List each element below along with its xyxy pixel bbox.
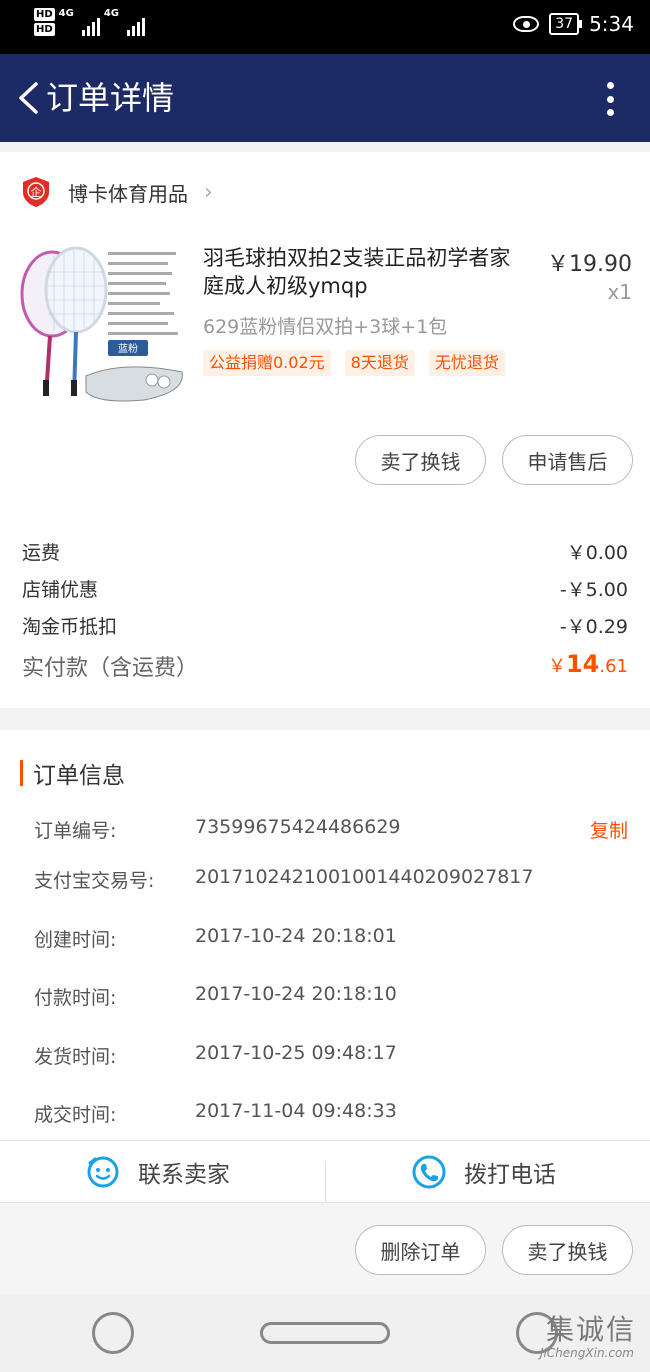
order-info-title: 订单信息 bbox=[33, 763, 125, 789]
watermark-cn: 集诚信 bbox=[545, 1313, 636, 1346]
total-currency: ￥ bbox=[547, 656, 566, 677]
paid-time-value: 2017-10-24 20:18:10 bbox=[195, 983, 397, 1005]
alipay-no-value: 2017102421001001440209027817 bbox=[195, 866, 534, 888]
contact-action-bar: 联系卖家 拨打电话 bbox=[0, 1140, 650, 1203]
alipay-no-label: 支付宝交易号: bbox=[34, 870, 155, 892]
shop-discount-label: 店铺优惠 bbox=[22, 579, 99, 601]
paid-time-label: 付款时间: bbox=[34, 987, 117, 1009]
product-quantity: x1 bbox=[607, 280, 632, 304]
order-no-label: 订单编号: bbox=[34, 820, 117, 842]
tag-8day-return: 8天退货 bbox=[344, 350, 415, 376]
tag-charity: 公益捐赠0.02元 bbox=[203, 350, 331, 376]
service-tags: 公益捐赠0.02元 8天退货 无忧退货 bbox=[203, 350, 505, 376]
total-integer: 14 bbox=[565, 650, 600, 678]
product-title[interactable]: 羽毛球拍双拍2支装正品初学者家庭成人初级ymqp bbox=[203, 244, 528, 300]
completed-time-value: 2017-11-04 09:48:33 bbox=[195, 1100, 397, 1122]
hd-indicator: HD HD bbox=[34, 8, 55, 36]
eye-comfort-icon bbox=[513, 16, 540, 32]
shop-logo-text: 企 bbox=[31, 185, 42, 199]
shipped-time-label: 发货时间: bbox=[34, 1046, 117, 1068]
chevron-right-icon: › bbox=[204, 179, 213, 205]
after-sale-button[interactable]: 申请售后 bbox=[502, 435, 633, 485]
product-image[interactable]: 蓝粉 bbox=[14, 242, 186, 410]
action-divider bbox=[325, 1161, 326, 1203]
shipping-value: ￥0.00 bbox=[566, 542, 628, 564]
page-title: 订单详情 bbox=[46, 79, 175, 117]
copy-button[interactable]: 复制 bbox=[590, 816, 628, 843]
battery-icon: 37 bbox=[549, 13, 582, 35]
signal-icon-2 bbox=[127, 8, 146, 36]
shop-discount-value: -￥5.00 bbox=[559, 579, 628, 601]
call-phone-label: 拨打电话 bbox=[464, 1162, 556, 1188]
network-type-1: 4G bbox=[58, 8, 74, 19]
shop-name: 博卡体育用品 bbox=[68, 181, 188, 206]
call-phone-button[interactable]: 拨打电话 bbox=[412, 1141, 556, 1203]
tag-worry-free-return: 无忧退货 bbox=[428, 350, 505, 376]
order-card: 企 博卡体育用品 › 蓝粉 羽毛球拍双拍2支装正品初学者家庭成人初级ymqp ￥… bbox=[0, 152, 650, 708]
coin-deduction-row: 淘金币抵扣 -￥0.29 bbox=[22, 612, 628, 639]
shipped-time-value: 2017-10-25 09:48:17 bbox=[195, 1042, 397, 1064]
status-left: HD HD 4G 4G bbox=[34, 8, 146, 36]
bottom-action-bar: 删除订单 卖了换钱 bbox=[0, 1202, 650, 1294]
total-amount: ￥14.61 bbox=[548, 650, 628, 682]
total-decimal: .61 bbox=[599, 656, 628, 677]
status-bar: HD HD 4G 4G 37 5:34 bbox=[0, 0, 650, 54]
home-pill-icon[interactable] bbox=[260, 1322, 390, 1344]
contact-seller-button[interactable]: 联系卖家 bbox=[86, 1141, 230, 1203]
created-time-value: 2017-10-24 20:18:01 bbox=[195, 925, 397, 947]
system-nav-bar: 集诚信 JiChengXin.com bbox=[0, 1294, 650, 1372]
section-accent-bar bbox=[20, 760, 23, 786]
hd-chip-1: HD bbox=[34, 8, 55, 21]
more-menu-icon[interactable] bbox=[606, 82, 614, 116]
assistant-icon[interactable] bbox=[92, 1312, 134, 1354]
watermark-en: JiChengXin.com bbox=[539, 1346, 634, 1360]
phone-icon bbox=[412, 1155, 446, 1189]
shop-row[interactable]: 企 博卡体育用品 › bbox=[22, 176, 213, 208]
hd-chip-2: HD bbox=[34, 23, 55, 36]
delete-order-button[interactable]: 删除订单 bbox=[355, 1225, 486, 1275]
status-right: 37 5:34 bbox=[513, 12, 634, 36]
total-row: 实付款（含运费） ￥14.61 bbox=[22, 650, 628, 682]
sell-for-cash-bottom-button[interactable]: 卖了换钱 bbox=[502, 1225, 633, 1275]
chat-bubble-icon bbox=[87, 1156, 119, 1188]
shop-discount-row: 店铺优惠 -￥5.00 bbox=[22, 575, 628, 602]
shipping-label: 运费 bbox=[22, 542, 61, 564]
watermark: 集诚信 JiChengXin.com bbox=[526, 1304, 644, 1366]
contact-seller-label: 联系卖家 bbox=[138, 1162, 230, 1188]
completed-time-label: 成交时间: bbox=[34, 1104, 117, 1126]
clock: 5:34 bbox=[589, 12, 634, 36]
shop-logo-icon: 企 bbox=[23, 177, 49, 207]
back-arrow-icon[interactable] bbox=[16, 82, 40, 114]
product-image-badge: 蓝粉 bbox=[118, 342, 138, 355]
shipping-row: 运费 ￥0.00 bbox=[22, 538, 628, 565]
order-info-card: 订单信息 订单编号: 73599675424486629 复制 支付宝交易号: … bbox=[0, 730, 650, 1140]
created-time-label: 创建时间: bbox=[34, 929, 117, 951]
coin-deduction-label: 淘金币抵扣 bbox=[22, 616, 118, 638]
total-label: 实付款（含运费） bbox=[22, 656, 199, 681]
network-type-2: 4G bbox=[103, 8, 120, 19]
product-price: ￥19.90 bbox=[547, 252, 632, 277]
signal-icon-1 bbox=[81, 8, 100, 36]
order-no-value: 73599675424486629 bbox=[195, 816, 401, 838]
product-sku: 629蓝粉情侣双拍+3球+1包 bbox=[203, 316, 448, 338]
nav-bar: 订单详情 bbox=[0, 54, 650, 142]
order-info-header: 订单信息 bbox=[20, 756, 125, 790]
coin-deduction-value: -￥0.29 bbox=[559, 616, 628, 638]
sell-for-cash-button[interactable]: 卖了换钱 bbox=[355, 435, 486, 485]
